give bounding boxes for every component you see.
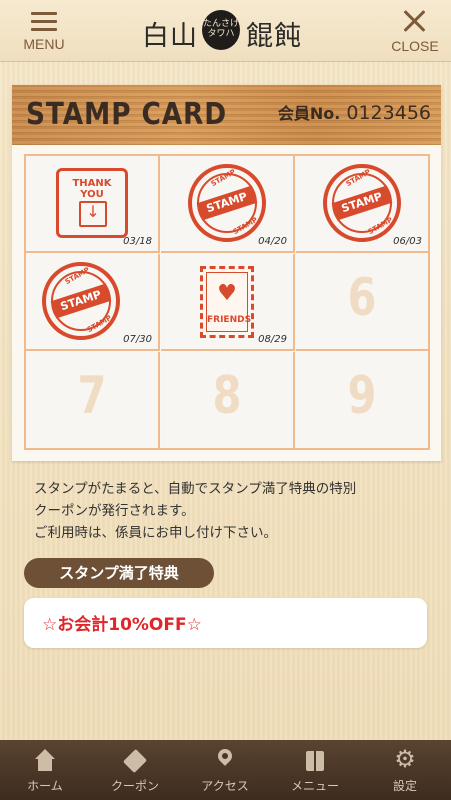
stamp-date: 08/29 — [258, 334, 287, 345]
stamp-seal: STAMP STAMP STAMP — [42, 262, 120, 340]
tag-icon — [123, 749, 147, 773]
logo-left-text: 白山 — [142, 21, 198, 52]
stamp-cell-4: STAMP STAMP STAMP 07/30 — [26, 254, 160, 351]
menu-button[interactable]: MENU — [18, 8, 70, 56]
benefit-text: ☆お会計10%OFF☆ — [42, 615, 202, 635]
member-number-value: 0123456 — [346, 102, 431, 124]
empty-slot-number: 8 — [212, 366, 242, 426]
stamp-seal: STAMP STAMP STAMP — [188, 164, 266, 242]
empty-slot-number: 6 — [347, 268, 377, 328]
logo-seal-text: たんさけ タワハ — [202, 19, 239, 39]
hamburger-icon — [31, 10, 57, 32]
menu-label: MENU — [23, 36, 65, 52]
stamp-seal: STAMP STAMP STAMP — [323, 164, 401, 242]
gear-icon — [393, 745, 417, 773]
tab-label: ホーム — [27, 779, 63, 793]
close-icon — [402, 8, 428, 34]
tab-label: 設定 — [392, 779, 417, 793]
stamp-seal-label: STAMP — [331, 185, 393, 221]
thank-you-stamp: THANK YOU ↓ — [56, 168, 128, 238]
stamp-notice: スタンプがたまると、自動でスタンプ満了特典の特別 クーポンが発行されます。 ご利… — [34, 478, 434, 544]
stamp-cell-5: ♥ FRIENDS 08/29 — [161, 254, 295, 351]
tab-label: クーポン — [110, 779, 159, 793]
tab-label: メニュー — [290, 779, 339, 793]
stamp-grid: THANK YOU ↓ 03/18 STAMP STAMP STAMP 04/2… — [24, 154, 430, 450]
book-icon — [303, 749, 327, 773]
stamp-cell-1: THANK YOU ↓ 03/18 — [26, 156, 160, 253]
tab-home[interactable]: ホーム — [0, 740, 90, 800]
empty-slot-number: 7 — [77, 366, 107, 426]
tab-access[interactable]: アクセス — [180, 740, 270, 800]
stamp-cell-6: 6 — [296, 254, 428, 351]
stamp-cell-7: 7 — [26, 352, 160, 448]
tab-coupon[interactable]: クーポン — [90, 740, 180, 800]
logo-right-text: 餛飩 — [246, 21, 302, 52]
friends-label: FRIENDS — [207, 315, 252, 325]
stamp-card-header: STAMP CARD 会員No. 0123456 — [12, 85, 441, 145]
stamp-seal-label: STAMP — [196, 185, 258, 221]
home-icon — [33, 749, 57, 773]
notice-line-3: ご利用時は、係員にお申し付け下さい。 — [34, 525, 277, 541]
stamp-date: 03/18 — [123, 236, 152, 247]
brand-logo: 白山 たんさけ タワハ 餛飩 — [142, 10, 312, 52]
close-label: CLOSE — [391, 38, 439, 54]
stamp-date: 06/03 — [393, 236, 422, 247]
member-number-label: 会員No. — [277, 104, 341, 123]
stamp-card-title: STAMP CARD — [26, 97, 228, 132]
map-pin-icon — [213, 749, 237, 773]
stamp-cell-3: STAMP STAMP STAMP 06/03 — [296, 156, 428, 253]
friends-stamp: ♥ FRIENDS — [200, 266, 254, 338]
friends-icon: ♥ — [217, 281, 237, 306]
notice-line-2: クーポンが発行されます。 — [34, 503, 195, 519]
stamp-date: 07/30 — [123, 334, 152, 345]
notice-line-1: スタンプがたまると、自動でスタンプ満了特典の特別 — [34, 481, 357, 497]
stamp-cell-2: STAMP STAMP STAMP 04/20 — [161, 156, 295, 253]
bottom-tab-bar: ホーム クーポン アクセス メニュー 設定 — [0, 740, 451, 800]
download-tray-icon: ↓ — [79, 201, 107, 227]
app-header: MENU 白山 たんさけ タワハ 餛飩 CLOSE — [0, 0, 451, 62]
stamp-cell-9: 9 — [296, 352, 428, 448]
member-number: 会員No. 0123456 — [278, 100, 431, 124]
empty-slot-number: 9 — [347, 366, 377, 426]
stamp-cell-8: 8 — [161, 352, 295, 448]
stamp-seal-label: STAMP — [50, 283, 112, 319]
stamp-card: STAMP CARD 会員No. 0123456 THANK YOU ↓ 03/… — [12, 85, 441, 461]
stamp-date: 04/20 — [258, 236, 287, 247]
close-button[interactable]: CLOSE — [389, 8, 441, 56]
thank-you-label: THANK YOU — [72, 178, 112, 200]
tab-label: アクセス — [201, 779, 249, 793]
tab-menu[interactable]: メニュー — [270, 740, 360, 800]
logo-seal: たんさけ タワハ — [202, 10, 240, 50]
tab-settings[interactable]: 設定 — [360, 740, 450, 800]
benefit-card: ☆お会計10%OFF☆ — [24, 598, 427, 648]
benefit-heading: スタンプ満了特典 — [24, 558, 214, 588]
